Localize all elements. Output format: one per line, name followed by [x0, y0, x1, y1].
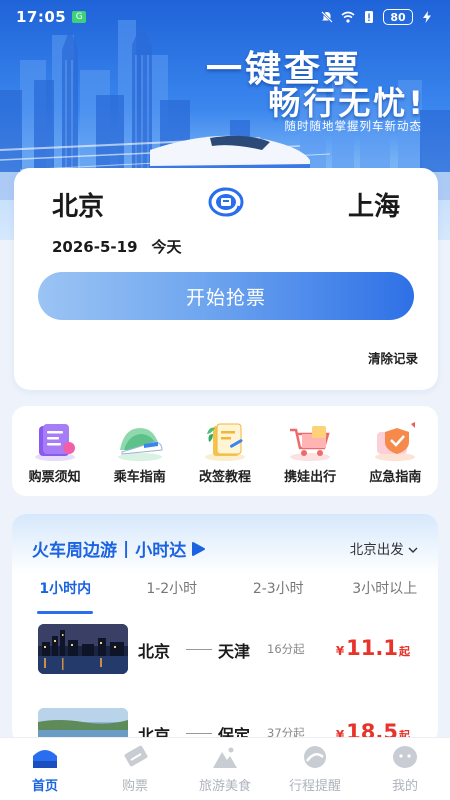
route-item[interactable]: 北京 天津 16分起 ¥ 11.1 起 — [12, 624, 438, 680]
trips-heading-sub: 小时达 — [135, 541, 187, 561]
ticket-icon — [124, 745, 148, 767]
status-bar: 17:05 G 80 — [0, 0, 450, 34]
chevron-down-icon — [408, 547, 418, 553]
home-icon — [33, 750, 57, 768]
wifi-icon — [341, 11, 355, 23]
ticket-notice-icon — [34, 424, 75, 461]
route-connector — [186, 649, 212, 650]
tab-within-1h[interactable]: 1小时内 — [12, 578, 119, 606]
status-icons: 80 — [320, 9, 434, 25]
tianjin-night-photo — [38, 624, 128, 674]
sim-alert-icon — [365, 11, 373, 23]
trips-heading-main: 火车周边游 — [32, 541, 117, 561]
battery-indicator: 80 — [383, 9, 413, 25]
date-value: 2026-5-19 — [52, 238, 138, 256]
bottom-navigation: 首页 购票 旅游美食 行程提醒 我的 — [0, 737, 450, 800]
price-value: 11.1 — [346, 636, 398, 660]
nearby-train-trips-card: 火车周边游 | 小时达 北京出发 1小时内 1-2小时 2-3小时 3小时以上 — [12, 514, 438, 744]
ticket-search-card: 北京 上海 2026-5-19 今天 开始抢票 清除记录 — [14, 168, 438, 390]
nav-label: 首页 — [31, 779, 58, 794]
route-duration: 16分起 — [267, 642, 305, 656]
tab-2-3h[interactable]: 2-3小时 — [225, 578, 332, 606]
quick-entry-label: 应急指南 — [369, 470, 422, 485]
emergency-guide-icon — [375, 422, 416, 461]
trips-heading-separator: | — [123, 538, 130, 559]
play-icon — [192, 541, 206, 556]
quick-entry-train-guide[interactable]: 乘车指南 — [101, 420, 179, 496]
hero-subtitle: 随时随地掌握列车新动态 — [284, 119, 422, 133]
quick-entry-reschedule-tutorial[interactable]: 改签教程 — [186, 420, 264, 496]
quick-entry-label: 改签教程 — [198, 470, 251, 485]
price-suffix: 起 — [399, 645, 410, 658]
quick-entry-label: 携娃出行 — [284, 470, 337, 485]
swap-icon — [208, 187, 244, 217]
quick-entry-bar: 购票须知 乘车指南 改签教程 携娃出行 应急指南 — [12, 406, 438, 496]
quick-entry-travel-with-kids[interactable]: 携娃出行 — [271, 420, 349, 496]
train-guide-icon — [117, 428, 163, 461]
day-label: 今天 — [151, 238, 182, 256]
quick-entry-emergency-guide[interactable]: 应急指南 — [356, 420, 434, 496]
price-currency: ¥ — [335, 644, 345, 658]
route-price: ¥ 11.1 起 — [336, 636, 410, 660]
swap-cities-button[interactable] — [207, 186, 245, 218]
status-time: 17:05 — [16, 8, 67, 26]
trips-heading: 火车周边游 | 小时达 — [32, 536, 206, 561]
nav-label: 我的 — [391, 779, 418, 794]
mute-icon — [321, 11, 333, 23]
origin-label: 北京出发 — [349, 542, 404, 558]
quick-entry-label: 乘车指南 — [113, 470, 166, 485]
travel-with-kids-icon — [290, 426, 331, 461]
nav-label: 行程提醒 — [288, 779, 341, 794]
quick-entry-label: 购票须知 — [28, 470, 81, 485]
tab-1-2h[interactable]: 1-2小时 — [119, 578, 226, 606]
departure-date[interactable]: 2026-5-19 今天 — [52, 236, 182, 257]
nav-tickets[interactable]: 购票 — [90, 738, 180, 800]
reschedule-tutorial-icon — [204, 423, 245, 461]
departure-city[interactable]: 北京 — [52, 186, 104, 223]
origin-selector[interactable]: 北京出发 — [350, 538, 418, 558]
reminder-icon — [304, 746, 326, 768]
nav-travel-food[interactable]: 旅游美食 — [180, 738, 270, 800]
clear-records-link[interactable]: 清除记录 — [368, 348, 418, 367]
quick-entry-ticket-notice[interactable]: 购票须知 — [16, 420, 94, 496]
notification-app-icon: G — [72, 11, 87, 23]
arrival-city[interactable]: 上海 — [348, 186, 400, 223]
nav-home[interactable]: 首页 — [0, 738, 90, 800]
nav-profile[interactable]: 我的 — [360, 738, 450, 800]
mountain-icon — [213, 747, 237, 768]
route-to: 天津 — [218, 642, 251, 661]
nav-label: 购票 — [121, 779, 148, 794]
route-from: 北京 — [138, 642, 171, 661]
nav-trip-reminder[interactable]: 行程提醒 — [270, 738, 360, 800]
profile-icon — [393, 746, 417, 768]
tab-over-3h[interactable]: 3小时以上 — [332, 578, 439, 606]
nav-label: 旅游美食 — [198, 779, 251, 794]
charging-icon — [423, 11, 431, 23]
route-connector — [186, 733, 212, 734]
start-grab-ticket-button[interactable]: 开始抢票 — [38, 272, 414, 320]
duration-tabs: 1小时内 1-2小时 2-3小时 3小时以上 — [12, 578, 438, 606]
